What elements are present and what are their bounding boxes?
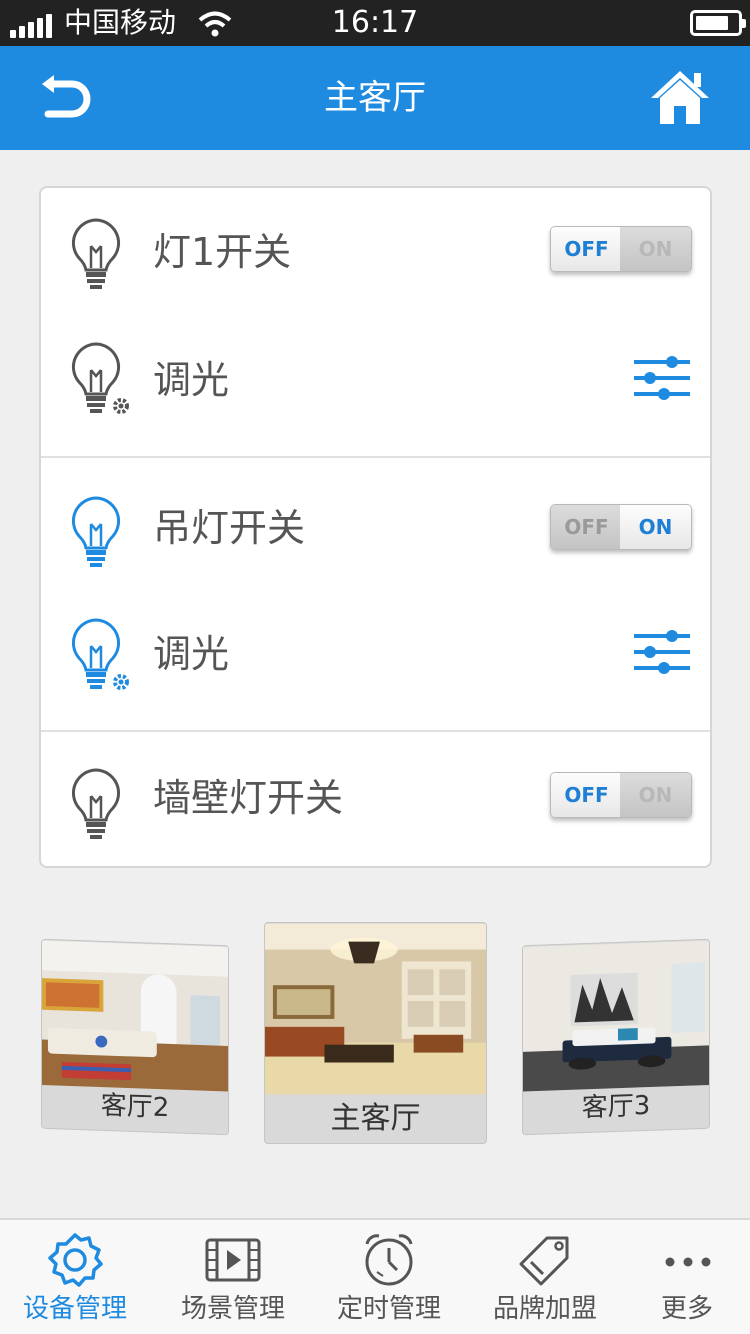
wall-light-toggle[interactable]: OFF ON: [550, 772, 692, 818]
device-label: 调光: [153, 632, 230, 676]
device-label: 灯1开关: [153, 230, 292, 274]
device-row-light1: 灯1开关 OFF ON: [41, 188, 710, 318]
device-list-card: 灯1开关 OFF ON 调光 吊灯开关 OFF ON 调光 墙壁灯开关 OFF …: [39, 186, 712, 868]
device-row-dimmer2: 调光: [41, 590, 710, 730]
adjust-sliders-icon[interactable]: [632, 628, 692, 676]
nav-bar: 主客厅: [0, 46, 750, 150]
dimmer-bulb-on-icon: [71, 618, 129, 690]
light1-toggle[interactable]: OFF ON: [550, 226, 692, 272]
room-photo: [265, 923, 486, 1095]
battery-icon: [690, 10, 746, 36]
dimmer-bulb-icon: [71, 342, 129, 414]
tab-label: 品牌加盟: [492, 1294, 597, 1324]
device-row-dimmer1: 调光: [41, 318, 710, 456]
page-title: 主客厅: [324, 78, 426, 118]
tab-label: 定时管理: [336, 1294, 441, 1324]
toggle-off-label: OFF: [551, 773, 622, 817]
tab-label: 设备管理: [22, 1294, 127, 1324]
home-icon[interactable]: [648, 68, 712, 126]
status-bar: 中国移动 16:17: [0, 0, 750, 46]
device-row-chandelier: 吊灯开关 OFF ON: [41, 458, 710, 590]
room-card-right[interactable]: 客厅3: [522, 938, 710, 1136]
status-time: 16:17: [331, 5, 419, 40]
room-photo: [42, 940, 228, 1092]
device-label: 吊灯开关: [153, 506, 306, 550]
alarm-clock-icon: [365, 1234, 413, 1286]
room-label: 主客厅: [330, 1101, 421, 1136]
toggle-off-label: OFF: [551, 505, 622, 549]
room-label: 客厅3: [581, 1090, 651, 1124]
chandelier-toggle[interactable]: OFF ON: [550, 504, 692, 550]
light-bulb-icon: [71, 218, 121, 289]
more-icon: [665, 1257, 711, 1267]
light-bulb-on-icon: [71, 496, 121, 567]
toggle-on-label: ON: [620, 227, 691, 271]
tab-bar: 设备管理 场景管理 定时管理 品牌加盟 更多: [0, 1218, 750, 1334]
tab-label: 更多: [660, 1294, 713, 1324]
room-photo: [523, 940, 709, 1092]
device-label: 调光: [153, 358, 230, 402]
tab-label: 场景管理: [180, 1294, 285, 1324]
toggle-on-label: ON: [620, 773, 691, 817]
film-icon: [205, 1238, 261, 1282]
tab-scene-management[interactable]: 场景管理: [158, 1220, 308, 1334]
tab-timer-management[interactable]: 定时管理: [314, 1220, 464, 1334]
device-label: 墙壁灯开关: [153, 776, 344, 820]
tab-more[interactable]: 更多: [626, 1220, 750, 1334]
adjust-sliders-icon[interactable]: [632, 354, 692, 402]
tab-brand-franchise[interactable]: 品牌加盟: [470, 1220, 620, 1334]
device-row-wall-light: 墙壁灯开关 OFF ON: [41, 732, 710, 866]
gear-icon: [48, 1233, 103, 1287]
light-bulb-icon: [71, 768, 121, 839]
toggle-off-label: OFF: [551, 227, 622, 271]
room-label: 客厅2: [100, 1090, 170, 1124]
room-card-center[interactable]: 主客厅: [264, 922, 487, 1144]
tag-icon: [519, 1236, 569, 1286]
room-card-left[interactable]: 客厅2: [41, 938, 229, 1136]
tab-device-management[interactable]: 设备管理: [0, 1220, 150, 1334]
toggle-on-label: ON: [620, 505, 691, 549]
